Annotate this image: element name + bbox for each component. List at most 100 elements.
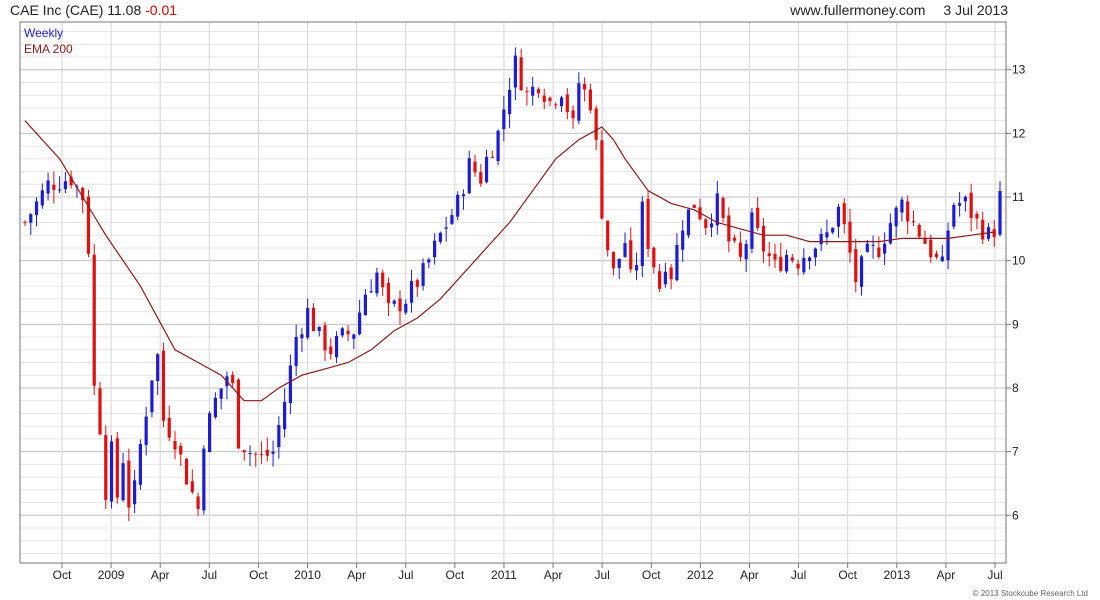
x-tick-label: 2012 — [687, 568, 714, 582]
candle-body — [133, 480, 137, 505]
candle-body — [796, 263, 800, 269]
candle-body — [213, 397, 217, 418]
candle-body — [115, 438, 119, 498]
candle-body — [265, 449, 269, 456]
candle-body — [323, 325, 327, 351]
candle-body — [681, 230, 685, 250]
candle — [986, 223, 991, 241]
candle-body — [173, 440, 177, 450]
candle-body — [790, 257, 794, 261]
candle-body — [519, 57, 523, 90]
candle-body — [40, 190, 44, 206]
candle — [715, 181, 719, 235]
candle — [790, 253, 794, 263]
x-tick-label: 2009 — [98, 568, 125, 582]
candle — [196, 492, 200, 516]
candle-body — [259, 454, 264, 456]
candle — [836, 203, 841, 238]
candle-body — [450, 215, 454, 224]
candle — [490, 150, 494, 159]
candle-body — [865, 243, 869, 252]
candle — [883, 232, 887, 265]
candle-body — [184, 458, 189, 485]
candle-body — [381, 272, 385, 288]
x-tick-label: Apr — [937, 568, 956, 582]
candle-body — [461, 194, 466, 197]
candle-body — [836, 206, 841, 227]
candle — [115, 431, 119, 504]
candle-body — [386, 283, 391, 303]
candle — [756, 197, 760, 231]
candle-body — [923, 238, 927, 244]
candle — [173, 431, 177, 460]
candle — [358, 299, 362, 336]
candle-body — [992, 229, 996, 237]
candle — [658, 263, 662, 293]
candle — [934, 250, 939, 260]
candle — [519, 48, 523, 91]
candle — [859, 255, 864, 296]
candle — [300, 327, 304, 353]
candle — [271, 440, 275, 467]
candle-body — [565, 94, 569, 113]
candle-body — [894, 207, 898, 227]
candle — [669, 264, 673, 290]
candle-body — [883, 243, 887, 254]
candle-body — [784, 254, 789, 272]
candle — [588, 83, 592, 114]
candle-body — [675, 244, 679, 281]
candle — [109, 435, 114, 509]
y-tick-label: 7 — [1012, 445, 1019, 459]
x-tick-label: Jul — [398, 568, 413, 582]
candle-body — [981, 220, 985, 240]
candle — [242, 449, 246, 461]
candle — [86, 190, 91, 258]
copyright-notice: © 2013 Stockcube Research Ltd — [972, 589, 1088, 598]
candle-body — [727, 215, 731, 242]
candle — [161, 342, 166, 428]
x-tick-label: Oct — [642, 568, 661, 582]
price-chart: 6 7 8 9 10 11 12 13 Oct 2009 Apr Jul Oct 2010 Apr Jul Oc… — [19, 21, 1026, 582]
candle — [219, 388, 223, 410]
candle — [283, 388, 287, 437]
candle — [415, 278, 419, 297]
candle — [23, 220, 27, 227]
candle — [456, 191, 460, 221]
candle — [854, 238, 858, 292]
candle-body — [231, 374, 235, 384]
candle — [531, 77, 535, 106]
candle-body — [831, 228, 835, 233]
candle-body — [594, 108, 598, 140]
candle — [848, 209, 852, 263]
candle-body — [363, 294, 367, 316]
candle-body — [208, 413, 212, 453]
candle — [427, 257, 431, 268]
candle-body — [150, 380, 154, 413]
candle — [733, 234, 737, 244]
candle-body — [911, 221, 916, 223]
candle-body — [617, 258, 621, 268]
candle-body — [588, 89, 592, 111]
candle — [484, 150, 489, 184]
candle-body — [109, 441, 114, 502]
candle-body — [104, 435, 108, 500]
candle-body — [704, 219, 708, 228]
candle — [559, 96, 564, 112]
candle-body — [998, 190, 1002, 235]
candle-body — [940, 256, 944, 262]
candle-body — [392, 300, 396, 304]
candle-body — [854, 249, 858, 283]
candle — [334, 331, 339, 364]
candle-body — [98, 388, 102, 435]
candle-body — [640, 201, 644, 266]
candle — [617, 258, 621, 279]
candle-body — [652, 247, 656, 268]
candle-body — [611, 251, 616, 269]
candle — [831, 227, 835, 235]
candle-body — [409, 281, 414, 303]
candle — [750, 208, 754, 254]
candle — [623, 232, 627, 259]
candle-body — [571, 110, 575, 119]
x-tick-label: Apr — [347, 568, 366, 582]
candle-body — [750, 212, 754, 249]
